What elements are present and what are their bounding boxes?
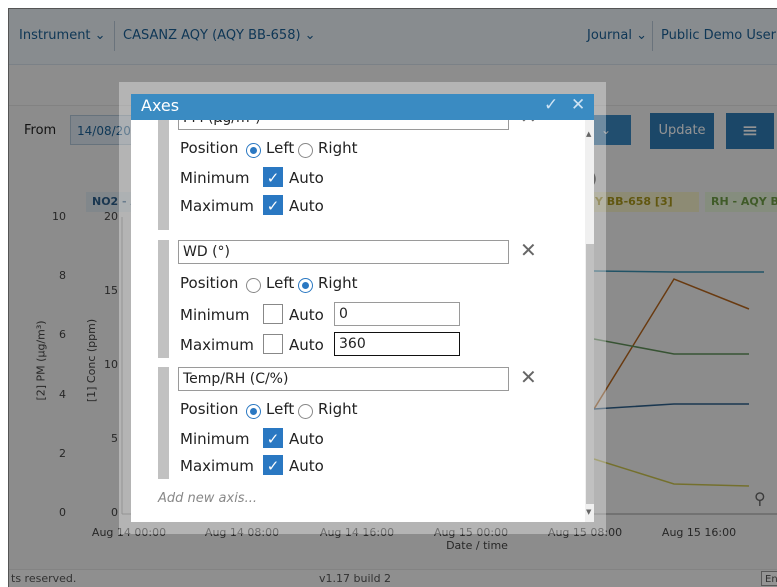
minimum-label: Minimum bbox=[180, 169, 250, 187]
axes-dialog: Axes ✓ ✕ PM (µg/m³) ✕ Position Left Righ… bbox=[131, 94, 594, 522]
maximum-label: Maximum bbox=[180, 197, 254, 215]
auto-label: Auto bbox=[289, 169, 324, 187]
position-right-label: Right bbox=[318, 400, 358, 418]
position-label: Position bbox=[180, 400, 239, 418]
maximum-label: Maximum bbox=[180, 336, 254, 354]
minimum-label: Minimum bbox=[180, 430, 250, 448]
remove-axis-icon[interactable]: ✕ bbox=[520, 120, 537, 128]
auto-label: Auto bbox=[289, 457, 324, 475]
min-auto-checkbox[interactable]: ✓ bbox=[263, 167, 283, 187]
min-value-input[interactable]: 0 bbox=[334, 302, 460, 326]
position-label: Position bbox=[180, 139, 239, 157]
axis-drag-handle[interactable] bbox=[158, 240, 169, 358]
app-frame: Instrument ⌄ CASANZ AQY (AQY BB-658) ⌄ J… bbox=[8, 8, 777, 587]
position-left-radio[interactable] bbox=[246, 278, 261, 293]
dialog-header: Axes ✓ ✕ bbox=[131, 94, 594, 120]
add-axis-input[interactable]: Add new axis... bbox=[158, 491, 257, 506]
scroll-up-icon[interactable]: ▲ bbox=[586, 130, 591, 138]
auto-label: Auto bbox=[289, 430, 324, 448]
axis-name-input[interactable]: PM (µg/m³) bbox=[178, 120, 509, 130]
position-left-label: Left bbox=[266, 139, 295, 157]
axis-drag-handle[interactable] bbox=[158, 120, 169, 230]
remove-axis-icon[interactable]: ✕ bbox=[520, 365, 537, 389]
position-right-label: Right bbox=[318, 274, 358, 292]
dialog-title: Axes bbox=[141, 96, 180, 115]
position-label: Position bbox=[180, 274, 239, 292]
confirm-check-icon[interactable]: ✓ bbox=[544, 95, 558, 115]
maximum-label: Maximum bbox=[180, 457, 254, 475]
auto-label: Auto bbox=[289, 306, 324, 324]
axis-name-input[interactable]: WD (°) bbox=[178, 240, 509, 264]
auto-label: Auto bbox=[289, 336, 324, 354]
position-right-radio[interactable] bbox=[298, 278, 313, 293]
minimum-label: Minimum bbox=[180, 306, 250, 324]
min-auto-checkbox[interactable] bbox=[263, 304, 283, 324]
position-left-label: Left bbox=[266, 274, 295, 292]
scroll-down-icon[interactable]: ▼ bbox=[586, 508, 591, 516]
position-left-radio[interactable] bbox=[246, 404, 261, 419]
scrollbar-thumb[interactable] bbox=[586, 244, 594, 504]
position-right-label: Right bbox=[318, 139, 358, 157]
position-right-radio[interactable] bbox=[298, 143, 313, 158]
close-icon[interactable]: ✕ bbox=[571, 95, 585, 115]
axis-drag-handle[interactable] bbox=[158, 367, 169, 479]
max-auto-checkbox[interactable]: ✓ bbox=[263, 195, 283, 215]
remove-axis-icon[interactable]: ✕ bbox=[520, 238, 537, 262]
max-auto-checkbox[interactable]: ✓ bbox=[263, 455, 283, 475]
position-right-radio[interactable] bbox=[298, 404, 313, 419]
max-auto-checkbox[interactable] bbox=[263, 334, 283, 354]
position-left-radio[interactable] bbox=[246, 143, 261, 158]
max-value-input[interactable]: 360 bbox=[334, 332, 460, 356]
axis-name-input[interactable]: Temp/RH (C/%) bbox=[178, 367, 509, 391]
position-left-label: Left bbox=[266, 400, 295, 418]
axes-list[interactable]: PM (µg/m³) ✕ Position Left Right Minimum… bbox=[131, 120, 594, 522]
auto-label: Auto bbox=[289, 197, 324, 215]
min-auto-checkbox[interactable]: ✓ bbox=[263, 428, 283, 448]
